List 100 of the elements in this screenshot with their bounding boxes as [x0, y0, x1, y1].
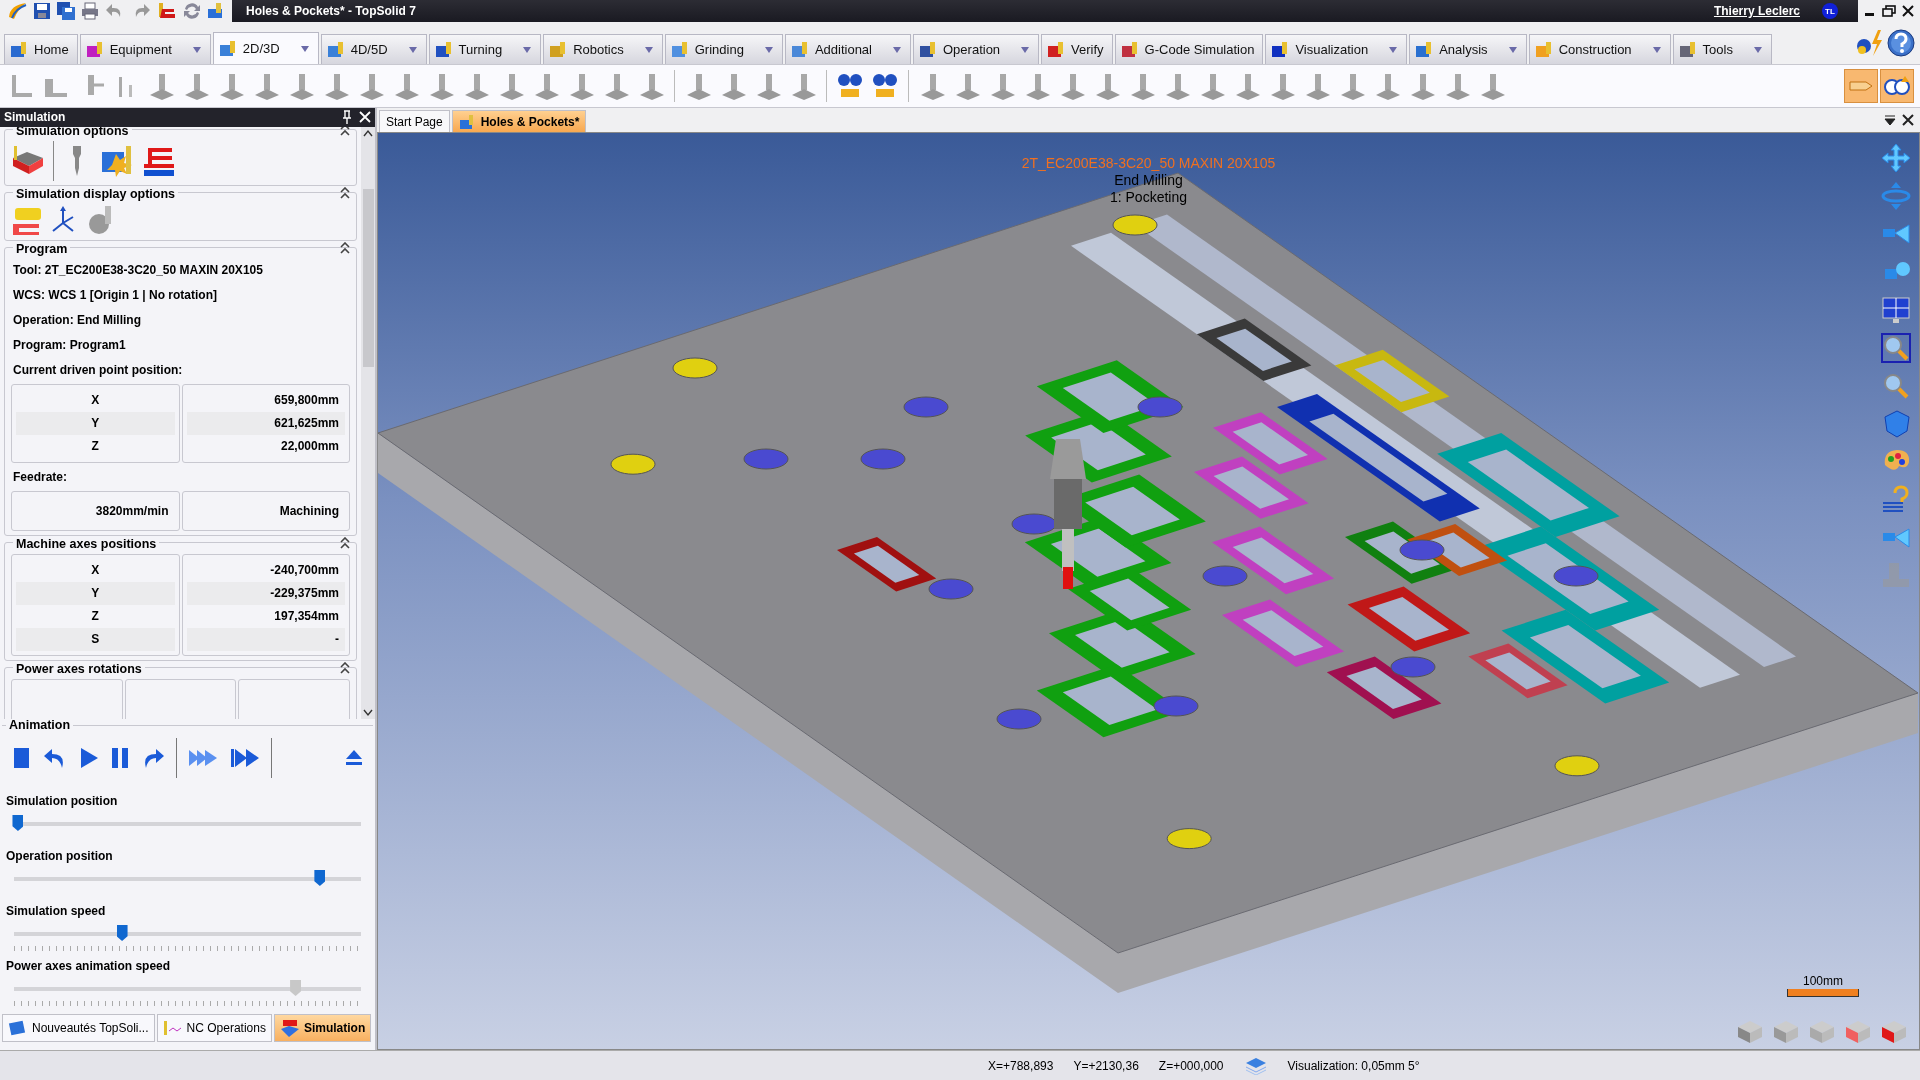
rotate-icon[interactable]: [1881, 181, 1911, 211]
app-logo-icon[interactable]: [6, 1, 28, 21]
module-icon: [789, 39, 810, 60]
cube-icon[interactable]: [1881, 409, 1911, 439]
user-link[interactable]: Thierry Leclerc: [1713, 4, 1800, 18]
lightning-icon[interactable]: [1854, 28, 1884, 58]
play-icon[interactable]: [78, 746, 100, 770]
ribbon-tab[interactable]: Tools: [1672, 34, 1772, 64]
slider-thumb[interactable]: [12, 815, 24, 831]
close-icon[interactable]: [1902, 114, 1914, 126]
simulation-icon[interactable]: [156, 1, 178, 21]
pin-icon[interactable]: [341, 110, 353, 125]
stop-icon[interactable]: [12, 746, 32, 770]
document-tab[interactable]: Holes & Pockets*: [451, 110, 587, 132]
pause-icon[interactable]: [110, 746, 130, 770]
collapse-icon[interactable]: [340, 536, 350, 549]
dropdown-caret-icon[interactable]: [892, 45, 902, 54]
axis-value: -: [186, 627, 345, 651]
y-coordinate: Y=+2130,36: [1073, 1058, 1139, 1073]
dropdown-caret-icon[interactable]: [407, 45, 418, 54]
ribbon-tab[interactable]: Additional: [784, 34, 911, 64]
eject-icon[interactable]: [345, 748, 363, 768]
axis-label: Z: [90, 438, 100, 455]
collapse-icon[interactable]: [340, 186, 350, 199]
dropdown-caret-icon[interactable]: [522, 45, 533, 54]
help-icon[interactable]: [1886, 28, 1916, 58]
ribbon-tab[interactable]: Construction: [1528, 34, 1671, 64]
program-info: Current driven point position:: [13, 361, 184, 378]
panel-tab[interactable]: Nouveautés TopSoli...: [2, 1014, 155, 1042]
scroll-down-icon[interactable]: [363, 709, 373, 717]
feedrate-value: 3820mm/min: [94, 502, 170, 520]
hole: [860, 448, 906, 470]
preview-button[interactable]: [1880, 69, 1914, 103]
skip-to-end-icon[interactable]: [229, 746, 261, 770]
dropdown-caret-icon[interactable]: [1388, 45, 1399, 54]
scrollbar-thumb[interactable]: [362, 188, 374, 367]
section-title: Simulation display options: [13, 186, 179, 201]
slider-thumb[interactable]: [314, 870, 326, 886]
axis-label: Y: [16, 411, 175, 435]
slider-label: Simulation speed: [6, 904, 107, 918]
tool-name: 2T_EC200E38-3C20_50 MAXIN 20X105: [1021, 155, 1276, 172]
dropdown-caret-icon[interactable]: [643, 45, 654, 54]
help-lines-icon[interactable]: [1881, 485, 1911, 515]
collapse-icon[interactable]: [340, 126, 350, 136]
layers-icon[interactable]: [1243, 1056, 1268, 1075]
axis-label: Z: [90, 608, 100, 625]
program-info: Tool: 2T_EC200E38-3C20_50 MAXIN 20X105: [13, 261, 264, 278]
collapse-icon[interactable]: [340, 241, 350, 254]
ribbon-tab[interactable]: Visualization: [1265, 34, 1408, 64]
ribbon-tab[interactable]: Turning: [428, 34, 542, 64]
hole: [1554, 755, 1600, 777]
user-avatar[interactable]: TL: [1822, 3, 1838, 19]
save-all-icon[interactable]: [56, 1, 76, 21]
ribbon-tab[interactable]: Operation: [913, 34, 1040, 64]
zoom-icon[interactable]: [1881, 371, 1911, 401]
slider-label: Operation position: [6, 849, 114, 863]
move-icon[interactable]: [1881, 143, 1911, 173]
panel-tab[interactable]: NC Operations: [156, 1014, 272, 1042]
module-icon: [918, 39, 938, 60]
hole: [672, 357, 718, 379]
layout-icon[interactable]: [1881, 295, 1911, 325]
ribbon-tab[interactable]: G-Code Simulation: [1114, 34, 1264, 64]
axis-label: S: [16, 627, 175, 651]
dropdown-caret-icon[interactable]: [299, 44, 310, 53]
dropdown-caret-icon[interactable]: [1020, 45, 1031, 54]
panel-tab[interactable]: Simulation: [273, 1014, 372, 1042]
ribbon-tab[interactable]: Equipment: [79, 34, 211, 64]
print-icon[interactable]: [80, 1, 100, 21]
dropdown-caret-icon[interactable]: [763, 45, 774, 54]
hole: [1202, 565, 1248, 587]
scroll-up-icon[interactable]: [363, 128, 373, 137]
tab-menu-icon[interactable]: [1884, 114, 1896, 126]
refresh-icon[interactable]: [182, 1, 202, 21]
collision-icon[interactable]: [100, 143, 134, 178]
axis-value: 22,000mm: [279, 438, 340, 455]
ribbon-tab[interactable]: Verify: [1041, 34, 1113, 64]
slider-label: Power axes animation speed: [6, 959, 172, 973]
zoom-box-icon[interactable]: [1881, 333, 1911, 363]
collapse-icon[interactable]: [340, 661, 350, 674]
save-icon[interactable]: [32, 1, 52, 21]
ribbon-tab[interactable]: 4D/5D: [320, 34, 427, 64]
ribbon-tab[interactable]: Analysis: [1409, 34, 1527, 64]
ribbon-tab[interactable]: 2D/3D: [212, 32, 319, 64]
ribbon-tab[interactable]: Home: [4, 34, 78, 64]
hole: [1153, 695, 1199, 717]
slider-thumb[interactable]: [116, 925, 128, 941]
dropdown-caret-icon[interactable]: [1752, 45, 1763, 54]
document-tab[interactable]: Start Page: [379, 110, 450, 132]
close-icon[interactable]: [1902, 5, 1914, 17]
ribbon-tab[interactable]: Robotics: [543, 34, 663, 64]
ribbon-tab[interactable]: Grinding: [664, 34, 783, 64]
dropdown-caret-icon[interactable]: [1507, 45, 1518, 54]
dropdown-caret-icon[interactable]: [191, 45, 202, 54]
tab-icon: [162, 1019, 183, 1037]
restore-icon[interactable]: [1882, 5, 1896, 17]
module-icon: [1533, 39, 1554, 60]
dropdown-caret-icon[interactable]: [1651, 45, 1662, 54]
module-icon: [325, 39, 346, 60]
hole: [903, 396, 949, 418]
slider-label: Simulation position: [6, 794, 119, 808]
